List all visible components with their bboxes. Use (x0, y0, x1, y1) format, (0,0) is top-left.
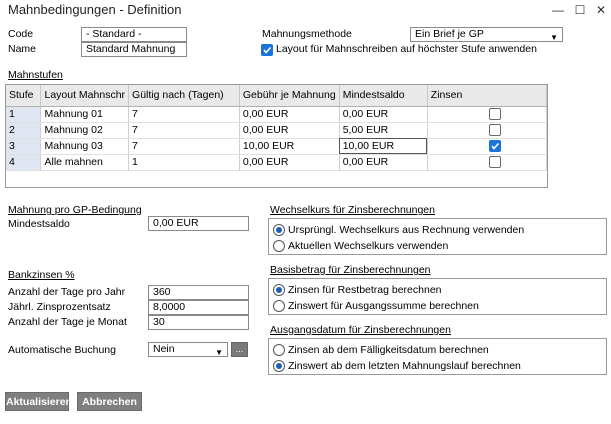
levels-section-title: Mahnstufen (8, 69, 63, 81)
cell-layout[interactable]: Mahnung 02 (40, 122, 130, 139)
days-year-label: Anzahl der Tage pro Jahr (8, 286, 126, 298)
close-icon[interactable]: ✕ (593, 2, 609, 18)
col-header-layout[interactable]: Layout Mahnschr (40, 85, 130, 107)
exchange-option-original-radio[interactable] (273, 224, 285, 236)
col-header-min[interactable]: Mindestsaldo (339, 85, 428, 107)
start-option-due-label[interactable]: Zinsen ab dem Fälligkeitsdatum berechnen (288, 344, 489, 356)
interest-checkbox[interactable] (488, 156, 501, 168)
maximize-icon[interactable]: ☐ (572, 2, 588, 18)
col-header-fee[interactable]: Gebühr je Mahnung (239, 85, 340, 107)
cell-interest (427, 106, 548, 123)
name-label: Name (8, 43, 37, 55)
cell-min[interactable]: 0,00 EUR (339, 154, 428, 171)
gp-min-label: Mindestsaldo (8, 218, 70, 230)
method-label: Mahnungsmethode (262, 28, 352, 40)
chevron-down-icon: ▼ (215, 348, 223, 357)
gp-condition-title: Mahnung pro GP-Bedingung (8, 204, 142, 216)
interest-checkbox[interactable] (488, 140, 501, 152)
table-row[interactable]: 4 Alle mahnen 1 0,00 EUR 0,00 EUR (6, 154, 548, 171)
base-option-remaining-radio[interactable] (273, 284, 285, 296)
layout-checkbox-label: Layout für Mahnschreiben auf höchster St… (276, 43, 537, 55)
cell-layout[interactable]: Alle mahnen (40, 154, 130, 171)
days-year-field[interactable]: 360 (148, 285, 249, 300)
exchange-option-current-radio[interactable] (273, 240, 285, 252)
cell-min[interactable]: 10,00 EUR (339, 138, 428, 155)
days-month-label: Anzahl der Tage je Monat (8, 316, 127, 328)
cell-days[interactable]: 7 (128, 122, 240, 139)
base-amount-title: Basisbetrag für Zinsberechnungen (270, 264, 431, 276)
update-button[interactable]: Aktualisieren (5, 392, 72, 411)
start-date-title: Ausgangsdatum für Zinsberechnungen (270, 324, 451, 336)
levels-grid: Stufe Layout Mahnschr Gültig nach (Tagen… (5, 84, 548, 188)
minimize-icon[interactable]: — (550, 2, 566, 18)
col-header-stufe[interactable]: Stufe (6, 85, 42, 107)
cell-fee[interactable]: 0,00 EUR (239, 122, 340, 139)
method-value: Ein Brief je GP (415, 28, 484, 40)
chevron-down-icon: ▼ (550, 33, 558, 42)
start-option-last-run-radio[interactable] (273, 360, 285, 372)
cell-days[interactable]: 7 (128, 106, 240, 123)
interest-checkbox[interactable] (488, 108, 501, 120)
auto-booking-label: Automatische Buchung (8, 344, 116, 356)
cell-interest (427, 154, 548, 171)
col-header-interest[interactable]: Zinsen (427, 85, 548, 107)
cell-fee[interactable]: 0,00 EUR (239, 106, 340, 123)
cell-min[interactable]: 5,00 EUR (339, 122, 428, 139)
cell-min[interactable]: 0,00 EUR (339, 106, 428, 123)
code-field[interactable]: - Standard - (81, 27, 187, 42)
cell-days[interactable]: 7 (128, 138, 240, 155)
row-number[interactable]: 1 (6, 106, 42, 123)
table-row[interactable]: 1 Mahnung 01 7 0,00 EUR 0,00 EUR (6, 106, 548, 123)
cancel-button[interactable]: Abbrechen (77, 392, 142, 411)
interest-title: Bankzinsen % (8, 269, 75, 281)
gp-min-field[interactable]: 0,00 EUR (148, 216, 249, 231)
auto-booking-select[interactable]: Nein ▼ (148, 342, 228, 357)
row-number[interactable]: 2 (6, 122, 42, 139)
table-row[interactable]: 2 Mahnung 02 7 0,00 EUR 5,00 EUR (6, 122, 548, 139)
exchange-title: Wechselkurs für Zinsberechnungen (270, 204, 435, 216)
auto-booking-more-button[interactable]: ... (231, 342, 248, 357)
cell-fee[interactable]: 0,00 EUR (239, 154, 340, 171)
col-header-days[interactable]: Gültig nach (Tagen) (128, 85, 240, 107)
cell-days[interactable]: 1 (128, 154, 240, 171)
start-option-due-radio[interactable] (273, 344, 285, 356)
cell-interest (427, 122, 548, 139)
start-option-last-run-label[interactable]: Zinswert ab dem letzten Mahnungslauf ber… (288, 360, 521, 372)
interest-checkbox[interactable] (488, 124, 501, 136)
method-select[interactable]: Ein Brief je GP ▼ (410, 27, 563, 42)
table-row[interactable]: 3 Mahnung 03 7 10,00 EUR 10,00 EUR (6, 138, 548, 155)
row-number[interactable]: 3 (6, 138, 42, 155)
cell-layout[interactable]: Mahnung 03 (40, 138, 130, 155)
window-title: Mahnbedingungen - Definition (8, 2, 182, 17)
rate-label: Jährl. Zinsprozentsatz (8, 301, 111, 313)
cell-fee[interactable]: 10,00 EUR (239, 138, 340, 155)
row-number[interactable]: 4 (6, 154, 42, 171)
auto-booking-value: Nein (153, 343, 175, 355)
rate-field[interactable]: 8,0000 (148, 300, 249, 315)
base-option-remaining-label[interactable]: Zinsen für Restbetrag berechnen (288, 284, 442, 296)
name-field[interactable]: Standard Mahnung (81, 42, 187, 57)
cell-layout[interactable]: Mahnung 01 (40, 106, 130, 123)
grid-header-row: Stufe Layout Mahnschr Gültig nach (Tagen… (6, 85, 548, 107)
code-label: Code (8, 28, 34, 40)
exchange-option-original-label[interactable]: Ursprüngl. Wechselkurs aus Rechnung verw… (288, 224, 524, 236)
cell-interest (427, 138, 548, 155)
exchange-option-current-label[interactable]: Aktuellen Wechselkurs verwenden (288, 240, 448, 252)
base-option-original-radio[interactable] (273, 300, 285, 312)
layout-checkbox[interactable] (261, 44, 273, 56)
days-month-field[interactable]: 30 (148, 315, 249, 330)
base-option-original-label[interactable]: Zinswert für Ausgangssumme berechnen (288, 300, 479, 312)
